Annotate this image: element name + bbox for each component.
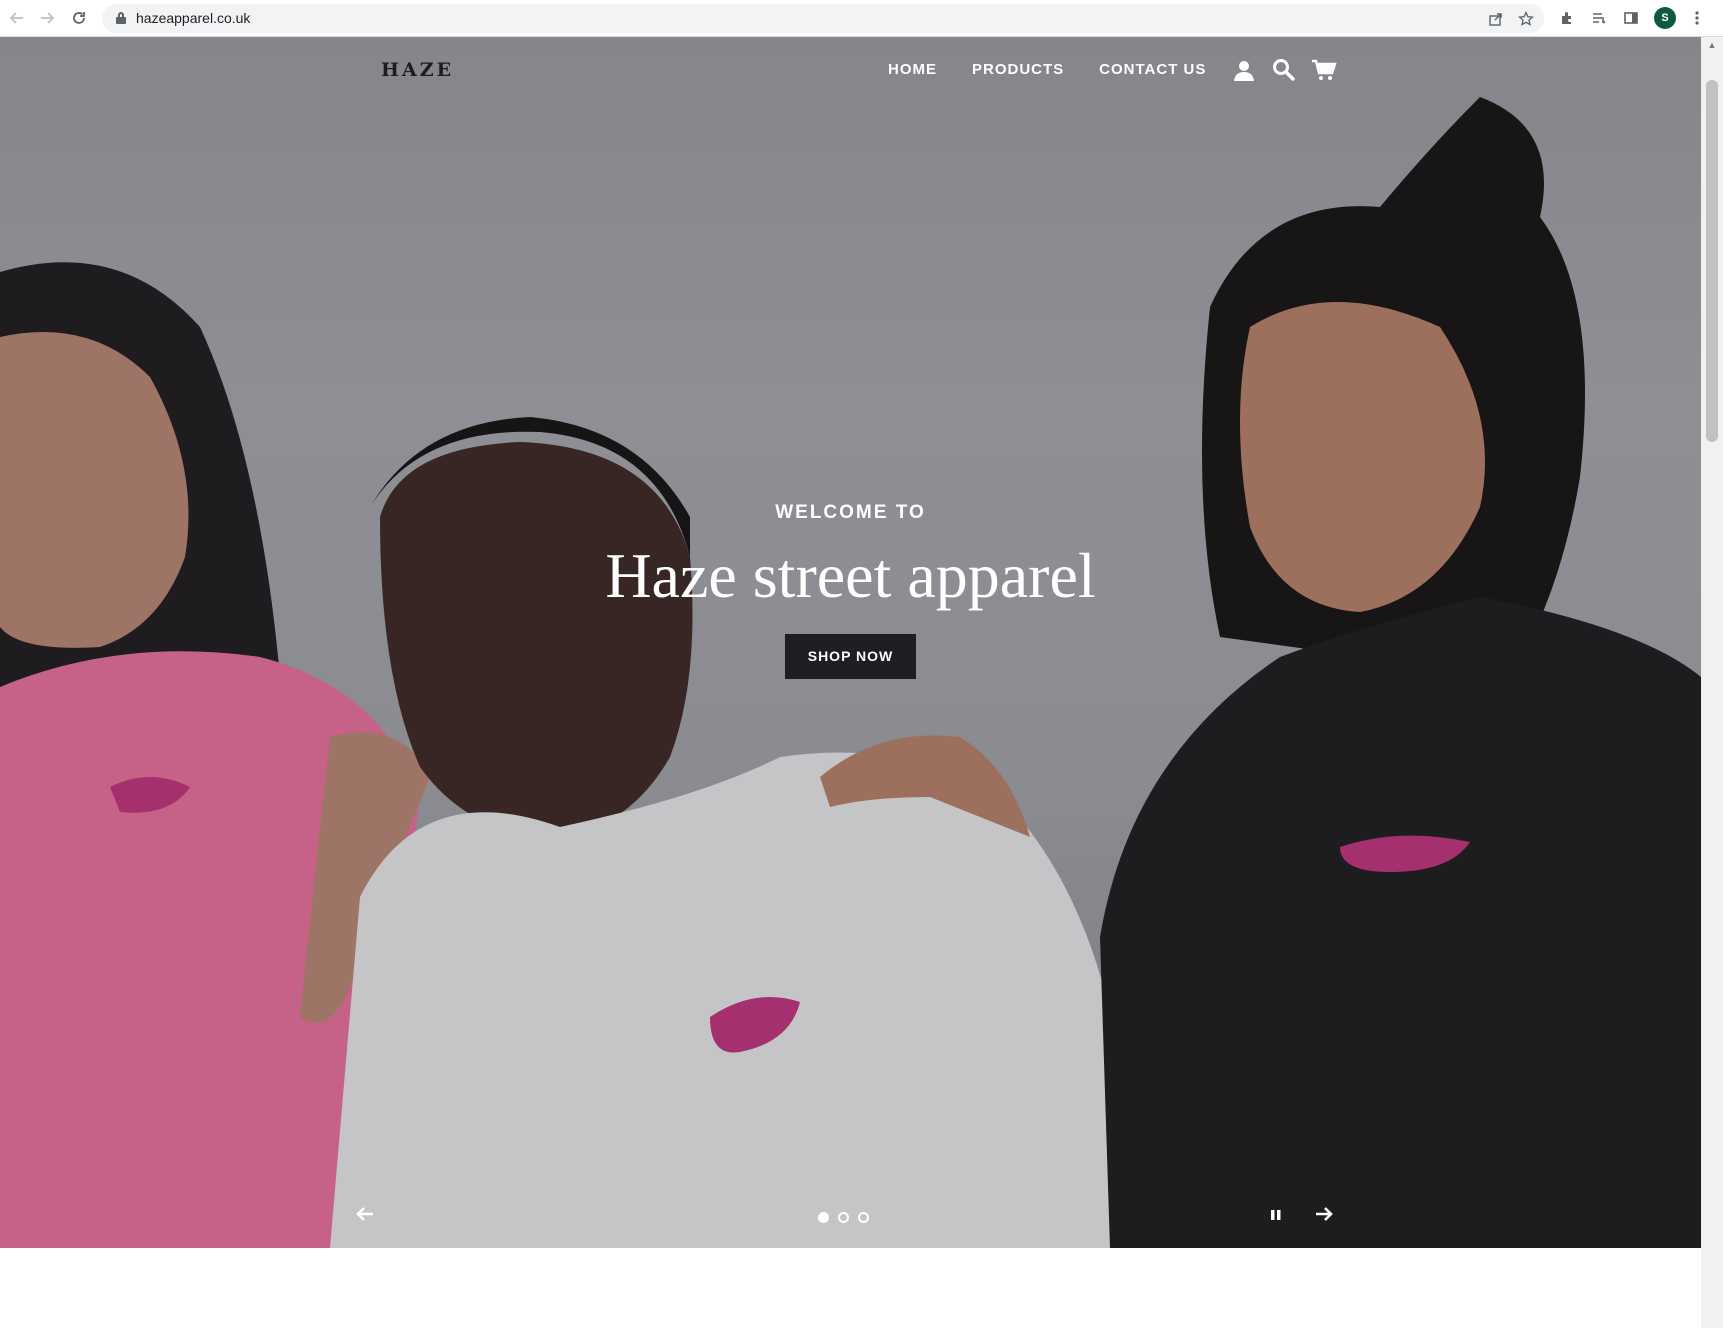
hero-title: Haze street apparel	[605, 540, 1096, 611]
lock-icon[interactable]	[116, 12, 126, 24]
hero-subtitle: WELCOME TO	[775, 502, 926, 523]
slide-dot-3[interactable]	[858, 1212, 869, 1223]
arrow-left-icon[interactable]	[350, 1201, 380, 1227]
account-icon[interactable]	[1231, 57, 1257, 83]
site-logo[interactable]: HAZE	[381, 59, 454, 81]
side-panel-icon[interactable]	[1621, 8, 1641, 28]
site-header: HAZE HOME PRODUCTS CONTACT US	[0, 37, 1701, 117]
pause-icon[interactable]	[1266, 1203, 1286, 1227]
arrow-right-icon[interactable]	[1309, 1201, 1339, 1227]
reload-icon[interactable]	[68, 7, 90, 29]
hero-slideshow: HAZE HOME PRODUCTS CONTACT US WELCOME TO…	[0, 37, 1701, 1248]
scrollbar-thumb[interactable]	[1706, 80, 1718, 442]
search-icon[interactable]	[1271, 57, 1297, 83]
slide-dots	[818, 1212, 869, 1223]
page-viewport: HAZE HOME PRODUCTS CONTACT US WELCOME TO…	[0, 37, 1701, 1328]
profile-avatar[interactable]: S	[1654, 7, 1676, 29]
share-icon[interactable]	[1486, 9, 1506, 29]
scroll-up-icon[interactable]: ▲	[1706, 40, 1718, 52]
browser-toolbar: hazeapparel.co.uk S	[0, 0, 1723, 37]
extensions-icon[interactable]	[1557, 8, 1577, 28]
star-icon[interactable]	[1516, 9, 1536, 29]
url-text[interactable]: hazeapparel.co.uk	[136, 10, 250, 26]
hero-content: WELCOME TO Haze street apparel SHOP NOW	[0, 502, 1701, 679]
reading-list-icon[interactable]	[1589, 8, 1609, 28]
page-content-below	[0, 1248, 1701, 1328]
nav-item-home[interactable]: HOME	[888, 61, 937, 78]
slide-dot-1[interactable]	[818, 1212, 829, 1223]
address-bar[interactable]: hazeapparel.co.uk	[102, 4, 1544, 33]
cart-icon[interactable]	[1311, 57, 1337, 83]
nav-item-products[interactable]: PRODUCTS	[972, 61, 1064, 78]
back-arrow-icon[interactable]	[6, 7, 28, 29]
main-nav: HOME PRODUCTS CONTACT US	[888, 61, 1241, 78]
nav-item-contact-us[interactable]: CONTACT US	[1099, 61, 1206, 78]
slide-dot-2[interactable]	[838, 1212, 849, 1223]
menu-dots-icon[interactable]	[1687, 8, 1707, 28]
shop-now-button[interactable]: SHOP NOW	[785, 634, 916, 679]
forward-arrow-icon[interactable]	[36, 7, 58, 29]
